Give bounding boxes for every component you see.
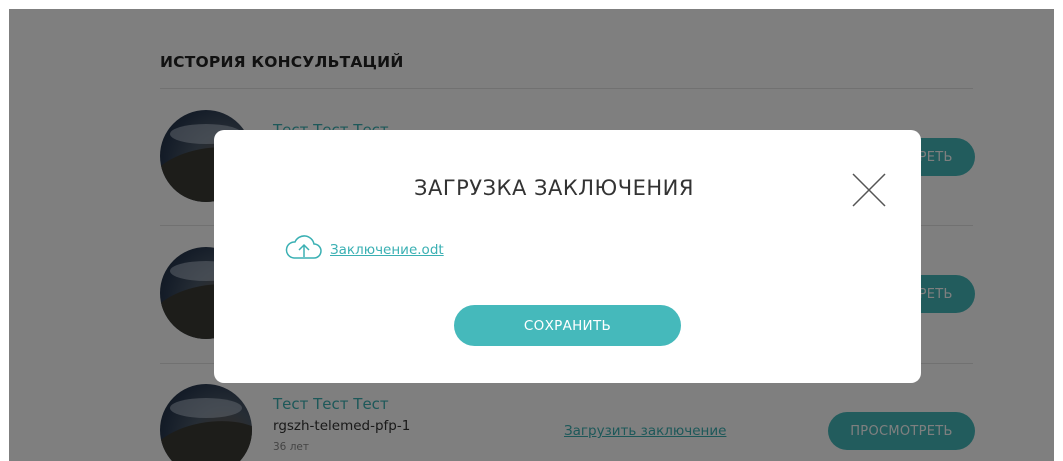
cloud-upload-icon[interactable] xyxy=(284,235,324,265)
uploaded-file: Заключение.odt xyxy=(284,235,444,265)
save-button[interactable]: СОХРАНИТЬ xyxy=(454,305,681,346)
upload-conclusion-modal: ЗАГРУЗКА ЗАКЛЮЧЕНИЯ Заключение.odt СОХРА… xyxy=(214,130,921,383)
modal-title-text: ЗАГРУЗКА ЗАКЛЮЧЕНИЯ xyxy=(414,176,694,200)
modal-title: ЗАГРУЗКА ЗАКЛЮЧЕНИЯ xyxy=(214,176,814,200)
consultation-history-page: ИСТОРИЯ КОНСУЛЬТАЦИЙ Тест Тест Тест ПРОС… xyxy=(9,9,1054,461)
file-link[interactable]: Заключение.odt xyxy=(330,242,444,258)
close-icon[interactable] xyxy=(851,172,887,208)
